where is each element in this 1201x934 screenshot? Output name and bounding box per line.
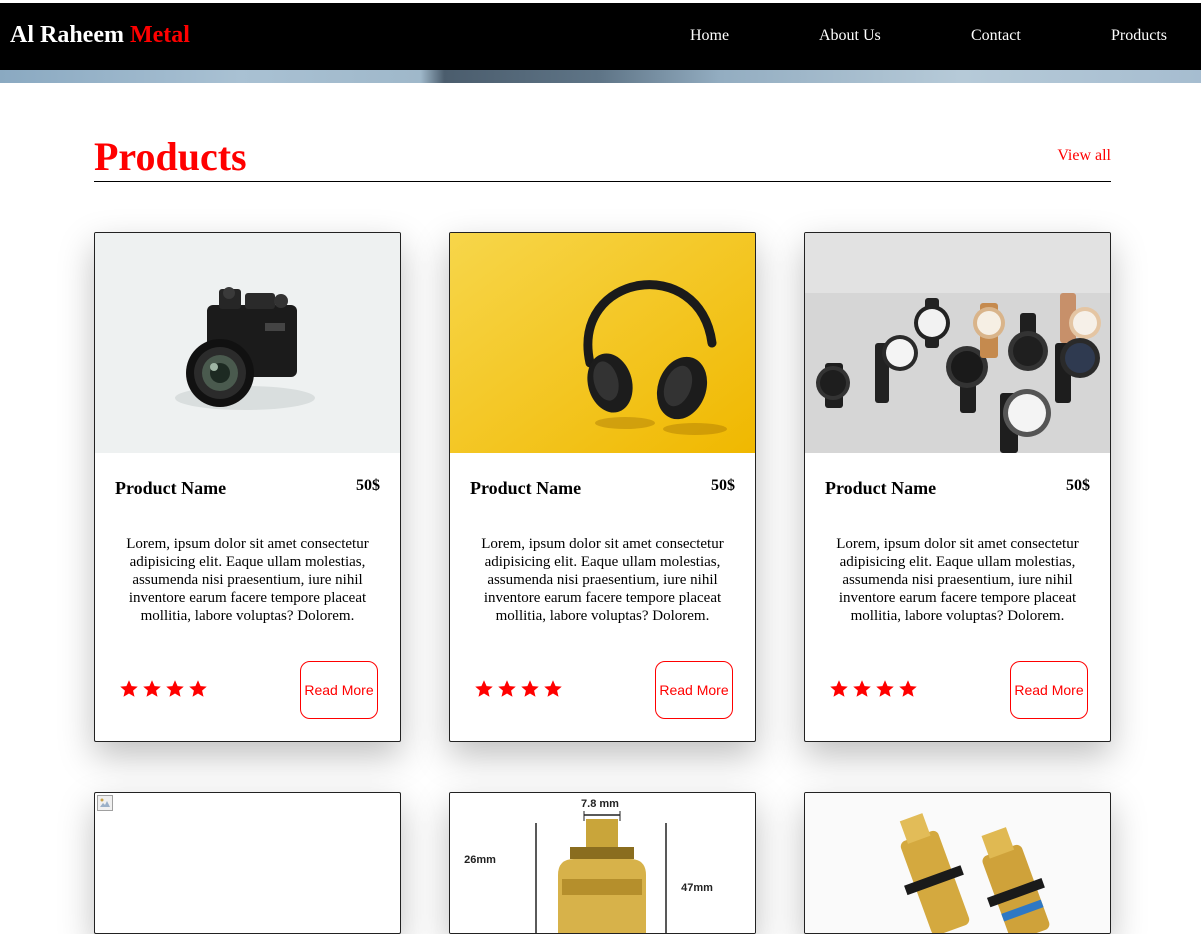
product-card	[94, 792, 401, 934]
section-title: Products	[94, 134, 247, 179]
brand-accent: Metal	[129, 22, 190, 48]
rating-stars	[829, 679, 918, 701]
product-description: Lorem, ipsum dolor sit amet consectetur …	[481, 536, 724, 624]
rating-stars	[474, 679, 563, 701]
hero-image-edge	[0, 70, 1201, 83]
star-icon	[166, 680, 184, 697]
watches-photo	[805, 233, 1110, 453]
product-price: 50$	[1066, 477, 1090, 494]
star-icon	[853, 680, 871, 697]
product-image-watches	[805, 233, 1110, 453]
star-icon	[120, 680, 138, 697]
star-icon	[876, 680, 894, 697]
products-section-header: Products View all	[94, 130, 1111, 182]
dim-right-label: 47mm	[681, 882, 713, 894]
brass-cartridge-dimensions-photo: 7.8 mm 26mm 47mm	[450, 793, 755, 933]
product-price: 50$	[356, 477, 380, 494]
brand-logo[interactable]: Al Raheem Metal	[10, 22, 190, 49]
product-price: 50$	[711, 477, 735, 494]
read-more-button[interactable]: Read More	[1010, 661, 1088, 719]
product-name: Product Name	[470, 478, 582, 498]
star-icon	[830, 680, 848, 697]
star-icon	[899, 680, 917, 697]
dim-left-label: 26mm	[464, 854, 496, 866]
product-card: Product Name 50$ Lorem, ipsum dolor sit …	[804, 232, 1111, 742]
brand-name: Al Raheem	[10, 22, 124, 48]
star-icon	[521, 680, 539, 697]
product-card: 7.8 mm 26mm 47mm	[449, 792, 756, 934]
camera-photo	[95, 233, 400, 453]
product-card: Product Name 50$ Lorem, ipsum dolor sit …	[94, 232, 401, 742]
read-more-button[interactable]: Read More	[300, 661, 378, 719]
product-description: Lorem, ipsum dolor sit amet consectetur …	[836, 536, 1079, 624]
product-image-camera	[95, 233, 400, 453]
product-description: Lorem, ipsum dolor sit amet consectetur …	[126, 536, 369, 624]
nav-contact-link[interactable]: Contact	[971, 27, 1021, 45]
star-icon	[544, 680, 562, 697]
nav-products-link[interactable]: Products	[1111, 27, 1167, 45]
nav-home-link[interactable]: Home	[690, 27, 729, 45]
headphones-photo	[450, 233, 755, 453]
star-icon	[475, 680, 493, 697]
brass-cartridges-photo	[805, 793, 1110, 933]
rating-stars	[119, 679, 208, 701]
nav-about-link[interactable]: About Us	[819, 27, 881, 45]
star-icon	[143, 680, 161, 697]
product-name: Product Name	[115, 478, 227, 498]
star-icon	[189, 680, 207, 697]
broken-image-icon	[97, 795, 113, 811]
dim-top-label: 7.8 mm	[581, 798, 619, 810]
product-image-headphones	[450, 233, 755, 453]
navbar: Al Raheem Metal Home About Us Contact Pr…	[0, 3, 1201, 70]
product-card: Product Name 50$ Lorem, ipsum dolor sit …	[449, 232, 756, 742]
star-icon	[498, 680, 516, 697]
view-all-link[interactable]: View all	[1057, 147, 1111, 165]
product-card	[804, 792, 1111, 934]
product-name: Product Name	[825, 478, 937, 498]
read-more-button[interactable]: Read More	[655, 661, 733, 719]
